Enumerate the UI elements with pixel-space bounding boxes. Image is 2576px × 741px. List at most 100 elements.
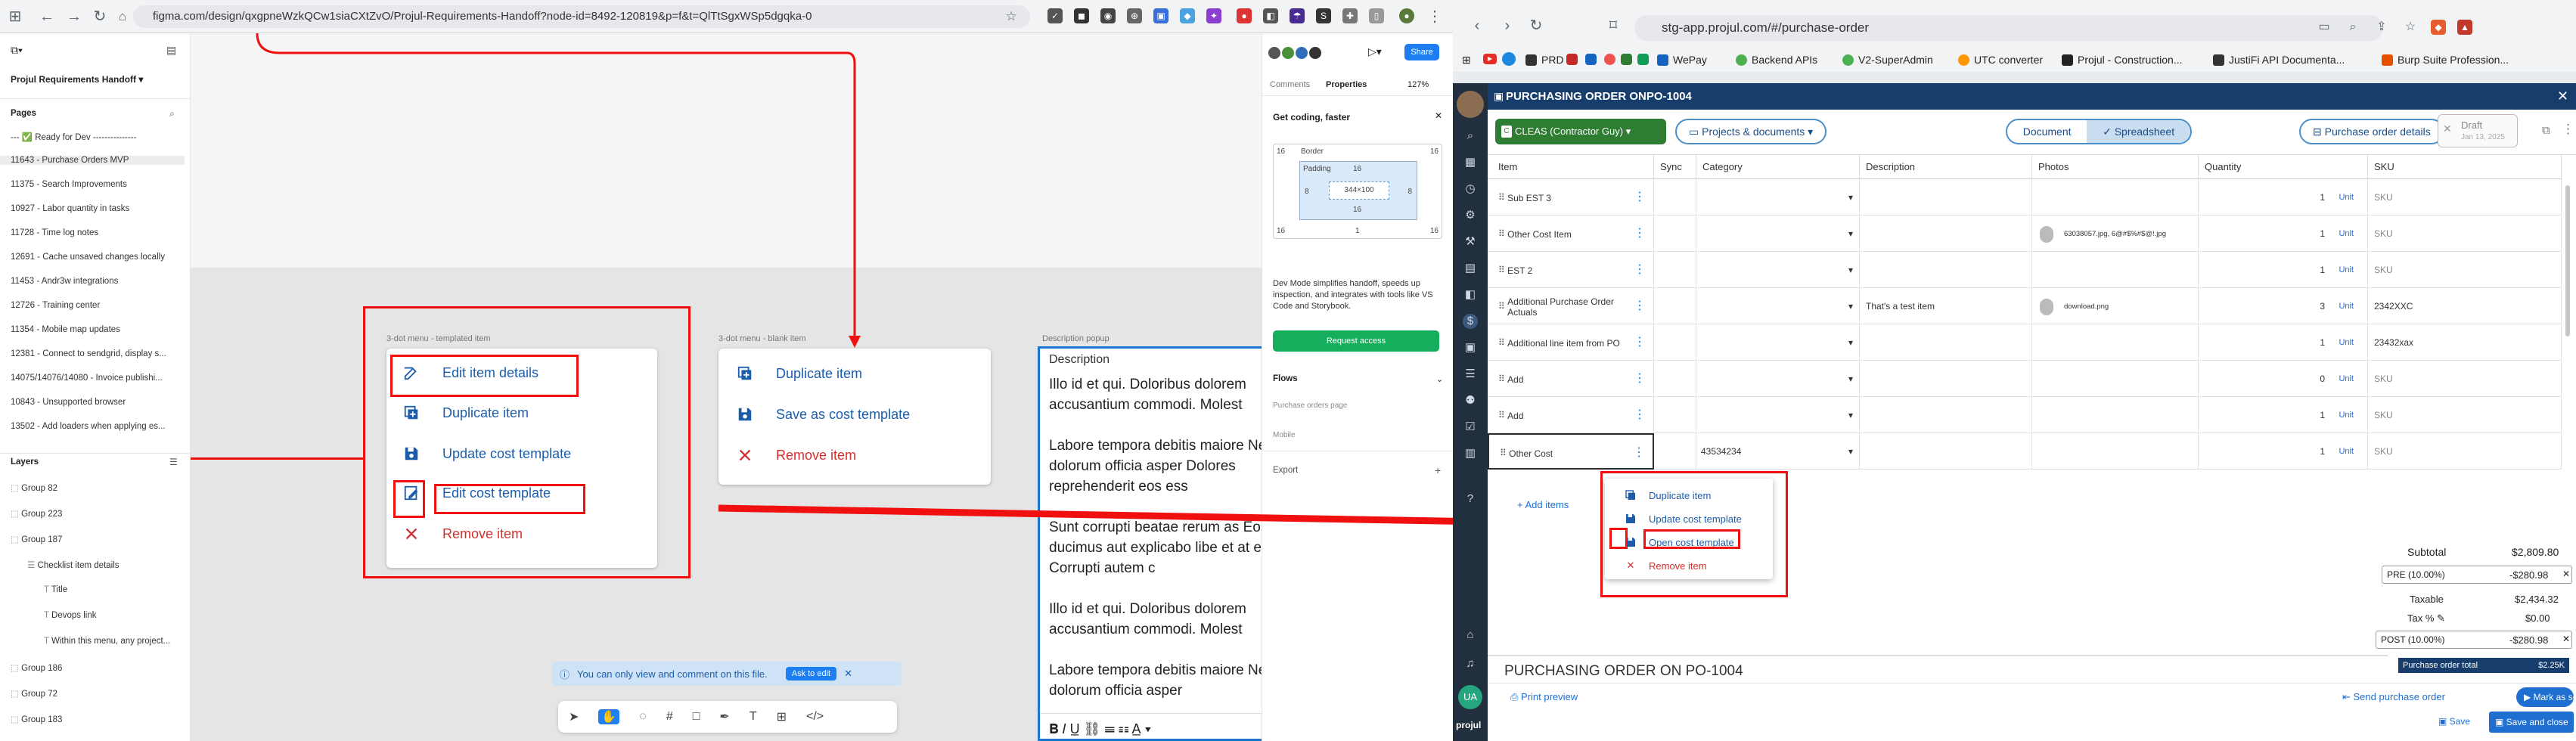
- chevron-down-icon[interactable]: ▾: [1848, 397, 1853, 433]
- pen-tool-icon[interactable]: ✒: [719, 709, 729, 724]
- menu-item-duplicate[interactable]: Duplicate item: [403, 405, 529, 421]
- drag-handle-icon[interactable]: ⠿: [1498, 337, 1507, 348]
- text-tool-icon[interactable]: T: [750, 710, 757, 724]
- clock-icon[interactable]: ◷: [1463, 181, 1478, 197]
- cell-category[interactable]: ▾: [1696, 288, 1860, 324]
- cell-description[interactable]: [1860, 215, 2032, 252]
- extension-icon[interactable]: ☂: [1290, 8, 1305, 23]
- cell-sync[interactable]: [1654, 397, 1696, 433]
- chevron-down-icon[interactable]: ▾: [1848, 215, 1853, 252]
- cell-category[interactable]: ▾: [1696, 361, 1860, 397]
- shape-tool-icon[interactable]: □: [693, 710, 700, 724]
- cell-photos[interactable]: [2032, 179, 2199, 215]
- extension-icon[interactable]: ◆: [1180, 8, 1195, 23]
- cell-sync[interactable]: [1654, 252, 1696, 288]
- chevron-down-icon[interactable]: ▾: [1848, 179, 1853, 215]
- col-header-sku[interactable]: SKU: [2368, 155, 2562, 179]
- menu-item-remove[interactable]: Remove item: [403, 526, 523, 542]
- box-icon[interactable]: ◧: [1463, 287, 1478, 302]
- flow-item[interactable]: Purchase orders page: [1273, 402, 1347, 410]
- add-export-icon[interactable]: +: [1435, 464, 1441, 476]
- page-item[interactable]: 12381 - Connect to sendgrid, display s..…: [11, 349, 166, 358]
- bookmark-star-icon[interactable]: ☆: [1002, 8, 1020, 26]
- page-item[interactable]: 10927 - Labor quantity in tasks: [11, 204, 129, 213]
- dashboard-icon[interactable]: ▦: [1463, 155, 1478, 170]
- move-tool-icon[interactable]: ➤: [569, 709, 579, 724]
- menu-item-update-cost-template[interactable]: Update cost template: [403, 445, 571, 462]
- drag-handle-icon[interactable]: ⠿: [1498, 192, 1507, 203]
- youtube-icon[interactable]: ▶: [1483, 54, 1497, 64]
- cell-sku[interactable]: 23432xax: [2368, 324, 2562, 361]
- extensions-puzzle-icon[interactable]: ✚: [1342, 8, 1358, 23]
- page-item[interactable]: 11354 - Mobile map updates: [11, 325, 120, 334]
- cell-sku[interactable]: SKU: [2368, 215, 2562, 252]
- cast-icon[interactable]: ▭: [2315, 18, 2333, 36]
- cell-item[interactable]: ⠿ Other Cost ⋮: [1488, 433, 1654, 470]
- layer-item[interactable]: ⬚ Group 223: [11, 508, 62, 519]
- page-item[interactable]: 12691 - Cache unsaved changes locally: [11, 253, 165, 262]
- vendor-select[interactable]: C CLEAS (Contractor Guy) ▾: [1495, 119, 1666, 144]
- settings-icon[interactable]: ⚙: [1463, 208, 1478, 223]
- layers-icon[interactable]: ☰: [169, 457, 178, 467]
- projects-documents-button[interactable]: ▭ Projects & documents ▾: [1675, 119, 1827, 144]
- cell-item[interactable]: ⠿ Additional line item from PO ⋮: [1488, 324, 1654, 361]
- bookmark-icon[interactable]: [1621, 54, 1632, 65]
- cell-sync[interactable]: [1654, 324, 1696, 361]
- back-icon[interactable]: ←: [38, 8, 56, 26]
- row-menu-icon[interactable]: ⋮: [1634, 215, 1646, 252]
- purchase-orders-icon[interactable]: $: [1463, 314, 1478, 329]
- layer-item[interactable]: ⬚ Group 183: [11, 714, 62, 724]
- chevron-down-icon[interactable]: ▾: [1848, 433, 1853, 470]
- cell-sku[interactable]: SKU: [2368, 397, 2562, 433]
- close-icon[interactable]: ✕: [1435, 110, 1442, 121]
- page-item[interactable]: 14075/14076/14080 - Invoice publishi...: [11, 374, 163, 383]
- figma-menu-icon[interactable]: ⊞: [6, 8, 24, 26]
- ctx-duplicate-item[interactable]: Duplicate item: [1625, 489, 1711, 501]
- cell-sku[interactable]: SKU: [2368, 179, 2562, 215]
- copy-icon[interactable]: ⧉: [2542, 124, 2550, 137]
- drag-handle-icon[interactable]: ⠿: [1498, 410, 1507, 420]
- cell-sync[interactable]: [1654, 215, 1696, 252]
- save-button[interactable]: ▣ Save: [2438, 716, 2470, 727]
- cell-item[interactable]: ⠿ EST 2 ⋮: [1488, 252, 1654, 288]
- flow-item[interactable]: Mobile: [1273, 431, 1295, 439]
- photo-thumbnail[interactable]: [2040, 298, 2053, 315]
- bookmark-projul[interactable]: Projul - Construction...: [2062, 54, 2183, 66]
- bookmark-star-icon[interactable]: ☆: [2401, 18, 2419, 36]
- collaborator-avatars[interactable]: [1268, 47, 1336, 59]
- cell-quantity[interactable]: 1 Unit: [2199, 397, 2368, 433]
- cell-quantity[interactable]: 3 Unit: [2199, 288, 2368, 324]
- drag-handle-icon[interactable]: ⠿: [1498, 228, 1507, 239]
- cell-description[interactable]: [1860, 361, 2032, 397]
- layer-item[interactable]: ⬚ Group 82: [11, 482, 57, 493]
- table-row[interactable]: ⠿ Additional Purchase Order Actuals ⋮ ▾ Tha…: [1488, 288, 2562, 324]
- cell-sync[interactable]: [1654, 361, 1696, 397]
- close-icon[interactable]: ✕: [2557, 88, 2568, 104]
- cell-sync[interactable]: [1654, 288, 1696, 324]
- drag-handle-icon[interactable]: ⠿: [1500, 448, 1509, 458]
- cell-category[interactable]: ▾: [1696, 252, 1860, 288]
- layer-item[interactable]: T Title: [44, 585, 67, 594]
- cell-quantity[interactable]: 1 Unit: [2199, 252, 2368, 288]
- zoom-icon[interactable]: ⌕: [2344, 18, 2362, 36]
- table-row[interactable]: ⠿ Sub EST 3 ⋮ ▾ 1 Unit SKU: [1488, 179, 2562, 215]
- unit-selector[interactable]: Unit: [2339, 215, 2354, 252]
- page-item[interactable]: 11643 - Purchase Orders MVP: [0, 156, 185, 165]
- drag-handle-icon[interactable]: ⠿: [1498, 301, 1507, 312]
- row-menu-icon[interactable]: ⋮: [1634, 288, 1646, 324]
- bookmark-icon[interactable]: ⌑: [1604, 17, 1622, 35]
- send-po-button[interactable]: ⇤ Send purchase order: [2342, 691, 2445, 703]
- table-row[interactable]: ⠿ Other Cost ⋮ 43534234 ▾ 1 Unit SKU: [1488, 433, 2562, 470]
- rich-text-toolbar[interactable]: 𝐁 𝐼 U̲ ⛓ ☰ ☷ A̲ ▾: [1040, 713, 1262, 739]
- layer-item[interactable]: ⬚ Group 187: [11, 534, 62, 544]
- bookmark-icon[interactable]: [1502, 52, 1516, 66]
- cell-category[interactable]: ▾: [1696, 324, 1860, 361]
- figma-logo-icon[interactable]: ⧉▾: [11, 44, 23, 57]
- extension-icon[interactable]: ◉: [1100, 8, 1116, 23]
- cell-description[interactable]: That's a test item: [1860, 288, 2032, 324]
- page-item[interactable]: --- ✅ Ready for Dev ---------------: [11, 132, 136, 142]
- unit-selector[interactable]: Unit: [2339, 397, 2354, 433]
- cell-photos[interactable]: [2032, 252, 2199, 288]
- home-icon[interactable]: ⌂: [113, 8, 132, 26]
- back-icon[interactable]: ‹: [1468, 17, 1486, 35]
